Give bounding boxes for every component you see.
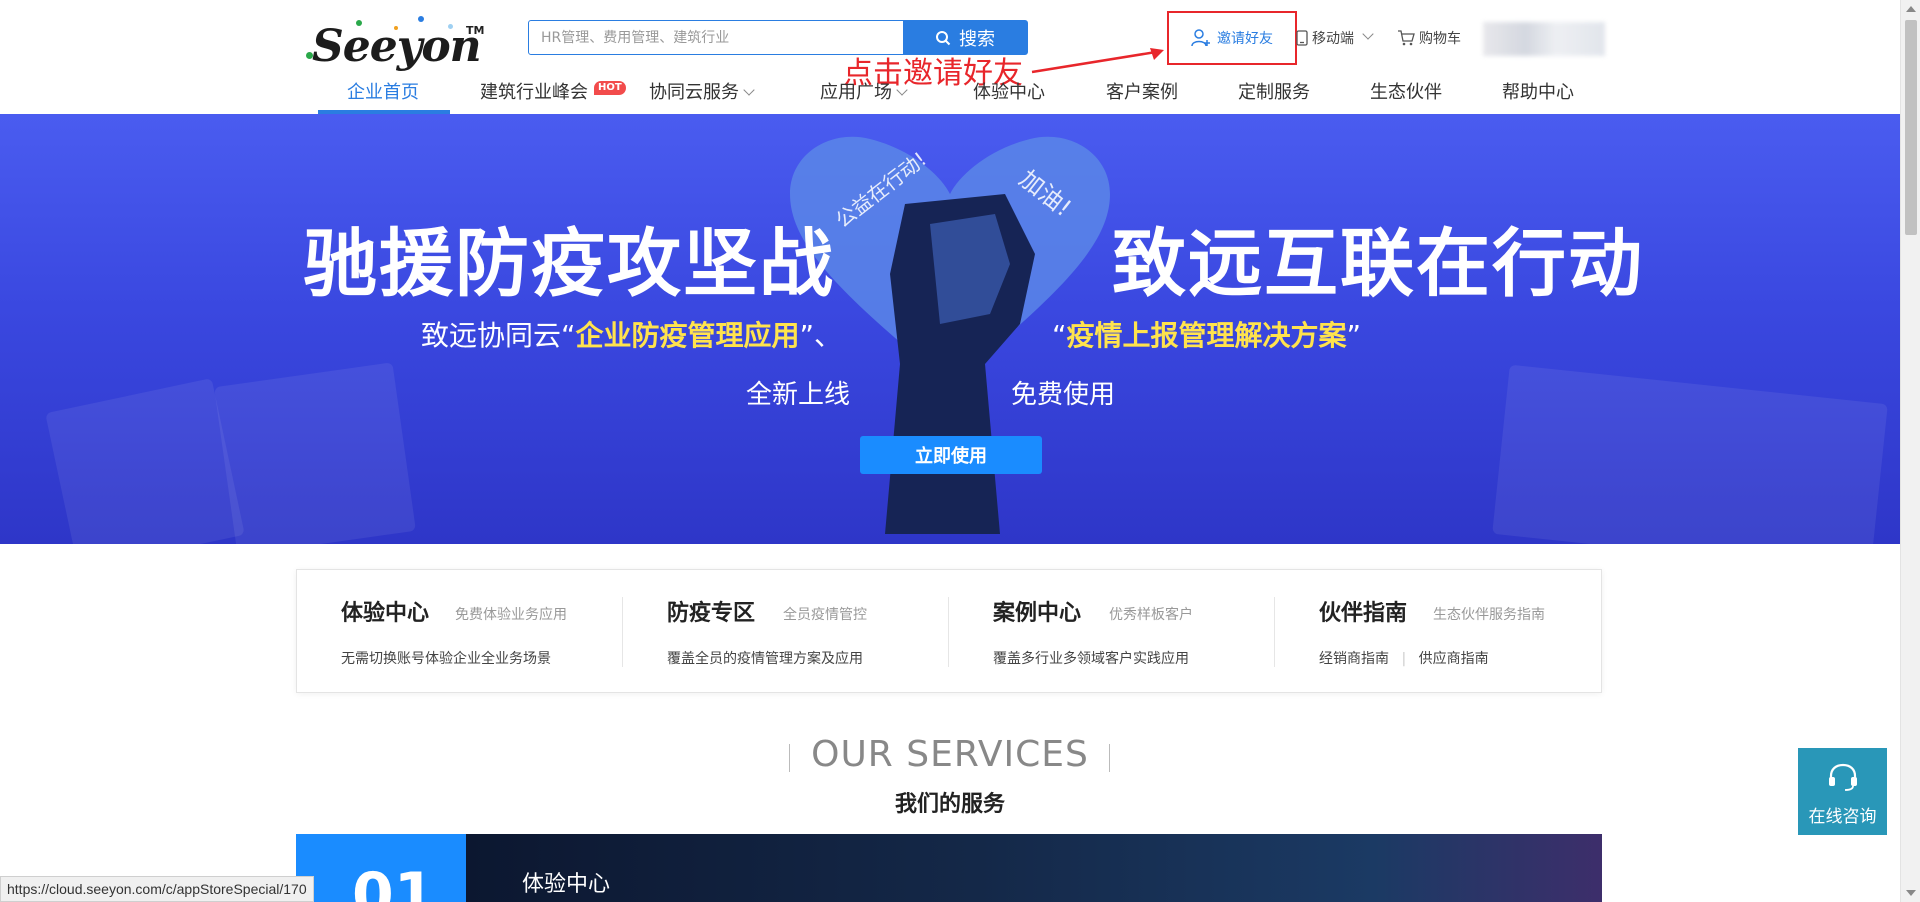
- service-label: 体验中心: [522, 872, 611, 897]
- nav-item-summit[interactable]: 建筑行业峰会: [480, 78, 588, 114]
- card-subtitle: 免费体验业务应用: [455, 607, 567, 623]
- online-consult-button[interactable]: 在线咨询: [1798, 748, 1887, 835]
- subtitle-prefix: 致远协同云“: [421, 319, 576, 352]
- banner-line-new: 全新上线: [746, 380, 851, 410]
- card-subtitle: 全员疫情管控: [783, 607, 867, 623]
- subtitle-highlight-1: 企业防疫管理应用: [575, 319, 800, 352]
- chevron-down-icon: [896, 84, 908, 96]
- nav-item-cloud-services[interactable]: 协同云服务: [649, 78, 755, 114]
- banner-line-free: 免费使用: [1011, 380, 1116, 410]
- nav-item-custom[interactable]: 定制服务: [1238, 78, 1310, 114]
- user-profile-blurred[interactable]: [1483, 22, 1605, 56]
- nav-item-app-plaza[interactable]: 应用广场: [820, 78, 908, 114]
- cart-link[interactable]: 购物车: [1397, 28, 1461, 48]
- nav-item-label: 帮助中心: [1502, 82, 1574, 103]
- card-partners: 伙伴指南 生态伙伴服务指南 经销商指南 | 供应商指南: [1275, 570, 1601, 692]
- service-number: 01: [352, 860, 436, 902]
- nav-item-label: 协同云服务: [649, 82, 739, 103]
- banner-deco-screen: [1492, 364, 1888, 544]
- mobile-menu[interactable]: 移动端: [1296, 28, 1374, 48]
- main-nav: 企业首页 建筑行业峰会 HOT 协同云服务 应用广场 体验中心 客户案例 定制服…: [298, 78, 1598, 114]
- chevron-down-icon: [743, 84, 755, 96]
- service-image: 体验中心: [466, 834, 1602, 902]
- mobile-label: 移动端: [1312, 31, 1354, 47]
- card-title: 案例中心: [993, 601, 1082, 626]
- banner-title-right: 致远互联在行动: [1112, 221, 1644, 307]
- search-button-label: 搜索: [959, 28, 995, 50]
- annotation-arrow-icon: [1031, 48, 1164, 74]
- banner-deco-screen: [214, 362, 416, 544]
- scroll-up-icon[interactable]: [1906, 6, 1916, 12]
- chevron-down-icon: [1362, 28, 1374, 40]
- service-number-block: 01: [296, 834, 466, 902]
- cart-icon: [1398, 30, 1415, 46]
- page-scrollbar[interactable]: [1900, 0, 1920, 902]
- nav-item-label: 生态伙伴: [1370, 82, 1442, 103]
- hot-badge: HOT: [594, 81, 626, 95]
- subtitle-mid: ”、: [799, 319, 843, 352]
- banner-deco-screen: [45, 378, 245, 544]
- card-desc: 覆盖全员的疫情管理方案及应用: [667, 651, 863, 667]
- card-title: 防疫专区: [667, 601, 756, 626]
- scrollbar-thumb[interactable]: [1905, 20, 1917, 235]
- card-desc: 无需切换账号体验企业全业务场景: [341, 651, 551, 667]
- nav-item-cases[interactable]: 客户案例: [1106, 78, 1178, 114]
- card-epidemic[interactable]: 防疫专区 全员疫情管控 覆盖全员的疫情管理方案及应用: [623, 570, 949, 692]
- logo-tm: TM: [466, 24, 485, 37]
- link-separator: |: [1401, 651, 1407, 667]
- nav-item-home[interactable]: 企业首页: [347, 78, 419, 114]
- card-subtitle: 优秀样板客户: [1109, 607, 1193, 623]
- services-title-en: OUR SERVICES: [811, 734, 1089, 775]
- card-title: 伙伴指南: [1319, 601, 1408, 626]
- card-desc: 覆盖多行业多领域客户实践应用: [993, 651, 1189, 667]
- add-user-icon: [1191, 29, 1210, 47]
- card-desc-links: 经销商指南 | 供应商指南: [1319, 648, 1489, 668]
- banner-subtitle-right: “疫情上报管理解决方案”: [1052, 314, 1361, 354]
- invite-friend-label: 邀请好友: [1217, 31, 1273, 47]
- online-consult-label: 在线咨询: [1808, 807, 1877, 827]
- banner-subtitle: 致远协同云“企业防疫管理应用”、: [421, 314, 842, 354]
- services-bar-right: [1109, 744, 1110, 772]
- search-icon: [936, 30, 951, 45]
- nav-item-partners[interactable]: 生态伙伴: [1370, 78, 1442, 114]
- quick-cards: 体验中心 免费体验业务应用 无需切换账号体验企业全业务场景 防疫专区 全员疫情管…: [296, 569, 1602, 693]
- subtitle-suffix: ”: [1346, 319, 1362, 352]
- card-cases[interactable]: 案例中心 优秀样板客户 覆盖多行业多领域客户实践应用: [949, 570, 1275, 692]
- mobile-icon: [1296, 30, 1308, 46]
- nav-item-label: 企业首页: [347, 82, 419, 103]
- scroll-down-icon[interactable]: [1906, 890, 1916, 896]
- nav-item-label: 应用广场: [820, 82, 892, 103]
- page: Seeyon TM 搜索 邀请好友 移动端: [0, 0, 1920, 902]
- nav-item-label: 客户案例: [1106, 82, 1178, 103]
- hero-banner[interactable]: 公益在行动! 加油! 驰援防疫攻坚战 致远互联在行动 致远协同云“企业防疫管理应…: [0, 114, 1900, 544]
- subtitle-highlight-2: 疫情上报管理解决方案: [1066, 319, 1347, 352]
- status-url: https://cloud.seeyon.com/c/appStoreSpeci…: [0, 876, 314, 902]
- service-experience-banner[interactable]: 01 体验中心: [296, 834, 1602, 902]
- dealer-guide-link[interactable]: 经销商指南: [1319, 651, 1389, 667]
- supplier-guide-link[interactable]: 供应商指南: [1419, 651, 1489, 667]
- headset-icon: [1829, 763, 1857, 791]
- card-subtitle: 生态伙伴服务指南: [1433, 607, 1545, 623]
- card-experience[interactable]: 体验中心 免费体验业务应用 无需切换账号体验企业全业务场景: [297, 570, 623, 692]
- nav-item-label: 定制服务: [1238, 82, 1310, 103]
- cart-label: 购物车: [1419, 31, 1461, 47]
- card-title: 体验中心: [341, 601, 430, 626]
- subtitle-quote: “: [1052, 319, 1067, 352]
- banner-title-left: 驰援防疫攻坚战: [303, 221, 835, 307]
- use-now-button[interactable]: 立即使用: [860, 436, 1042, 474]
- nav-item-help[interactable]: 帮助中心: [1502, 78, 1574, 114]
- seeyon-logo[interactable]: Seeyon TM: [298, 14, 488, 72]
- services-title-cn: 我们的服务: [894, 792, 1005, 817]
- invite-friend-button[interactable]: 邀请好友: [1167, 11, 1297, 65]
- nav-item-label: 体验中心: [973, 82, 1045, 103]
- logo-wordmark: Seeyon: [312, 21, 482, 72]
- nav-item-experience[interactable]: 体验中心: [973, 78, 1045, 114]
- nav-item-label: 建筑行业峰会: [480, 82, 588, 103]
